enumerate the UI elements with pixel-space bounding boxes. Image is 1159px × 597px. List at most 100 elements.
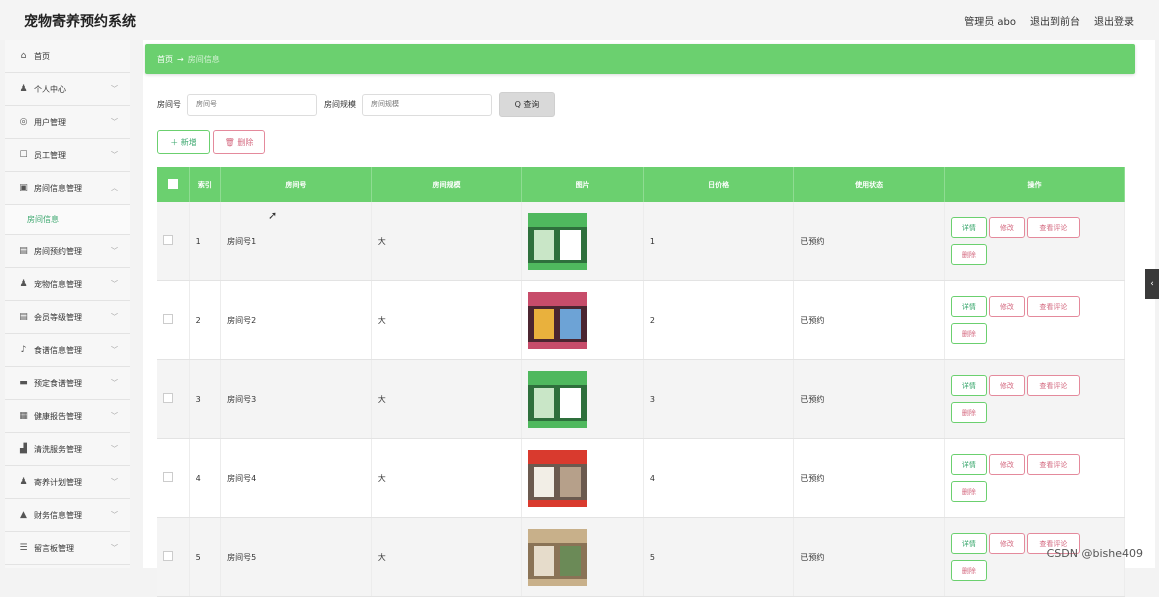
row-delete-button[interactable]: 删除 bbox=[950, 323, 987, 344]
cell-image[interactable] bbox=[521, 359, 644, 439]
header-room[interactable]: 房间号 bbox=[220, 167, 372, 202]
cell-ops: 详情 修改 查看评论 删除 bbox=[944, 202, 1126, 281]
sidebar-item-label: 首页 bbox=[34, 51, 50, 61]
cell-room: 房间号3 bbox=[220, 359, 372, 439]
sidebar-item-label: 清洗服务管理 bbox=[34, 444, 82, 454]
sidebar-item[interactable]: ▤ 会员等级管理 ﹀ bbox=[5, 301, 130, 334]
row-checkbox[interactable] bbox=[157, 280, 190, 360]
cell-image[interactable] bbox=[521, 517, 644, 597]
breadcrumb-current: 房间信息 bbox=[187, 54, 220, 64]
sidebar-item[interactable]: ♟ 个人中心 ﹀ bbox=[5, 73, 130, 106]
room-icon: ▣ bbox=[19, 183, 28, 193]
delete-button[interactable]: 🗑 删除 bbox=[213, 130, 265, 154]
cell-status: 已预约 bbox=[793, 359, 945, 439]
home-icon: ⌂ bbox=[20, 51, 27, 61]
room-size-input[interactable] bbox=[362, 93, 492, 116]
sidebar-item[interactable]: ☐ 员工管理 ﹀ bbox=[5, 139, 130, 172]
app-title: 宠物寄养预约系统 bbox=[24, 14, 136, 30]
sidebar-item[interactable]: ♟ 寄养计划管理 ﹀ bbox=[5, 466, 130, 499]
logout-link[interactable]: 退出登录 bbox=[1094, 13, 1134, 28]
edit-button[interactable]: 修改 bbox=[988, 296, 1025, 317]
header-index[interactable]: 索引 bbox=[189, 167, 222, 202]
room-photo-icon bbox=[528, 370, 588, 428]
front-link[interactable]: 退出到前台 bbox=[1030, 13, 1080, 28]
review-button[interactable]: 查看评论 bbox=[1026, 217, 1080, 238]
row-checkbox[interactable] bbox=[157, 517, 190, 597]
cell-size: 大 bbox=[371, 280, 523, 360]
breadcrumb-home[interactable]: 首页 bbox=[157, 54, 173, 65]
table-row: 5 房间号5 大 5 已预约 详情 修改 查看评论 删除 bbox=[157, 517, 1126, 597]
room-no-input[interactable] bbox=[187, 93, 317, 116]
menu-icon: ☰ bbox=[19, 543, 28, 553]
chevron-down-icon: ﹀ bbox=[111, 118, 118, 126]
user-icon: ♟ bbox=[19, 84, 28, 94]
sidebar-item[interactable]: ▬ 预定食谱管理 ﹀ bbox=[5, 367, 130, 400]
sidebar-item[interactable]: ⌂ 首页 bbox=[5, 40, 130, 73]
row-delete-button[interactable]: 删除 bbox=[950, 560, 987, 581]
sidebar-item[interactable]: ▟ 清洗服务管理 ﹀ bbox=[5, 433, 130, 466]
add-button[interactable]: ＋ 新增 bbox=[157, 130, 210, 154]
cell-price: 2 bbox=[643, 280, 795, 360]
detail-button[interactable]: 详情 bbox=[950, 217, 987, 238]
header-price[interactable]: 日价格 bbox=[643, 167, 795, 202]
sidebar-item-label: 宠物信息管理 bbox=[34, 279, 82, 289]
detail-button[interactable]: 详情 bbox=[950, 296, 987, 317]
chevron-down-icon: ﹀ bbox=[111, 346, 118, 354]
edit-button[interactable]: 修改 bbox=[988, 217, 1025, 238]
sidebar-item[interactable]: ▦ 健康报告管理 ﹀ bbox=[5, 400, 130, 433]
sidebar-item-label: 房间预约管理 bbox=[34, 246, 82, 256]
edit-button[interactable]: 修改 bbox=[988, 454, 1025, 475]
submenu-room-info[interactable]: 房间信息 bbox=[5, 205, 130, 235]
edit-button[interactable]: 修改 bbox=[988, 533, 1025, 554]
review-button[interactable]: 查看评论 bbox=[1026, 375, 1080, 396]
cell-status: 已预约 bbox=[793, 202, 945, 281]
row-delete-button[interactable]: 删除 bbox=[950, 481, 987, 502]
row-checkbox[interactable] bbox=[157, 438, 190, 518]
chevron-down-icon: ﹀ bbox=[111, 478, 118, 486]
sidebar-item[interactable]: ◎ 用户管理 ﹀ bbox=[5, 106, 130, 139]
review-button[interactable]: 查看评论 bbox=[1026, 454, 1080, 475]
chevron-down-icon: ﹀ bbox=[111, 313, 118, 321]
mic-icon: ♪ bbox=[20, 345, 27, 355]
sidebar-item-label: 食谱信息管理 bbox=[34, 345, 82, 355]
header-size[interactable]: 房间规模 bbox=[371, 167, 523, 202]
cell-size: 大 bbox=[371, 517, 523, 597]
row-checkbox[interactable] bbox=[157, 359, 190, 439]
chevron-down-icon: ﹀ bbox=[111, 85, 118, 93]
detail-button[interactable]: 详情 bbox=[950, 375, 987, 396]
breadcrumb: 首页 → 房间信息 bbox=[145, 44, 1135, 74]
room-no-label: 房间号 bbox=[157, 100, 181, 109]
review-button[interactable]: 查看评论 bbox=[1026, 296, 1080, 317]
sidebar-item[interactable]: ♟ 宠物信息管理 ﹀ bbox=[5, 268, 130, 301]
cell-image[interactable] bbox=[521, 438, 644, 518]
search-button[interactable]: Q 查询 bbox=[499, 92, 555, 117]
cell-image[interactable] bbox=[521, 202, 644, 281]
detail-button[interactable]: 详情 bbox=[950, 454, 987, 475]
cell-price: 3 bbox=[643, 359, 795, 439]
table-row: 3 房间号3 大 3 已预约 详情 修改 查看评论 删除 bbox=[157, 359, 1126, 439]
sidebar-item[interactable]: ♪ 食谱信息管理 ﹀ bbox=[5, 334, 130, 367]
row-checkbox[interactable] bbox=[157, 202, 190, 281]
sidebar-item-label: 健康报告管理 bbox=[34, 411, 82, 421]
header-checkbox[interactable] bbox=[157, 167, 190, 202]
admin-label: 管理员 abo bbox=[964, 17, 1016, 28]
watermark: CSDN @bishe409 bbox=[1046, 547, 1143, 560]
detail-button[interactable]: 详情 bbox=[950, 533, 987, 554]
edit-button[interactable]: 修改 bbox=[988, 375, 1025, 396]
badge-icon: ☐ bbox=[19, 150, 28, 160]
cell-room: 房间号2 bbox=[220, 280, 372, 360]
sidebar-item[interactable]: ▲ 财务信息管理 ﹀ bbox=[5, 499, 130, 532]
cell-index: 1 bbox=[189, 202, 222, 281]
room-photo-icon bbox=[528, 212, 588, 270]
sidebar-item[interactable]: ☰ 留言板管理 ﹀ bbox=[5, 532, 130, 565]
card-icon: ▬ bbox=[19, 378, 28, 388]
header-image[interactable]: 图片 bbox=[521, 167, 644, 202]
cell-image[interactable] bbox=[521, 280, 644, 360]
row-delete-button[interactable]: 删除 bbox=[950, 402, 987, 423]
row-delete-button[interactable]: 删除 bbox=[950, 244, 987, 265]
collapse-toggle-icon[interactable]: ‹ bbox=[1145, 269, 1159, 299]
sidebar-item[interactable]: ▤ 房间预约管理 ﹀ bbox=[5, 235, 130, 268]
sidebar-item[interactable]: ▣ 房间信息管理 ︿ bbox=[5, 172, 130, 205]
header-status[interactable]: 使用状态 bbox=[793, 167, 945, 202]
cell-price: 1 bbox=[643, 202, 795, 281]
